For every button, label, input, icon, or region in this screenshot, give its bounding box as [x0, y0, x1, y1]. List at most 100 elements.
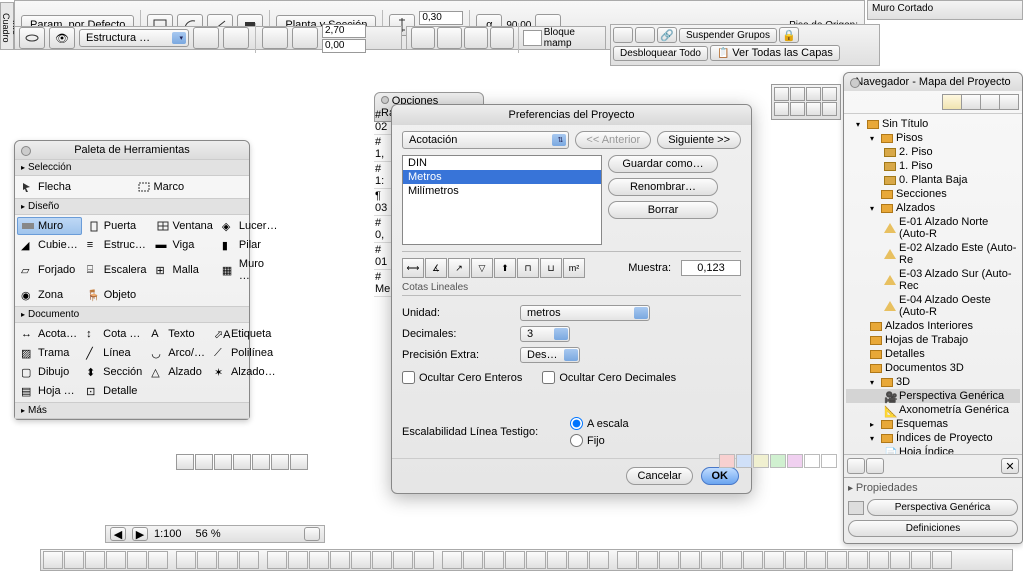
close-icon[interactable] [21, 146, 31, 156]
scale-display[interactable]: 1:100 [154, 528, 182, 540]
zone-tool[interactable]: ◉Zona [17, 286, 82, 304]
scale-radio[interactable]: A escala [570, 417, 629, 430]
toolbar-icon[interactable] [309, 551, 329, 569]
close-icon[interactable] [850, 78, 860, 88]
toolbar-icon[interactable] [127, 551, 147, 569]
project-tree[interactable]: ▾Sin Título ▾Pisos 2. Piso 1. Piso 0. Pl… [844, 114, 1022, 454]
dim-angular-icon[interactable]: ∡ [425, 258, 447, 278]
layers-icon[interactable] [613, 27, 633, 43]
marquee-tool[interactable]: Marco [133, 178, 248, 196]
interior-elev-tool[interactable]: ✶Alzado… [210, 363, 280, 381]
render-icon[interactable] [753, 454, 769, 468]
toolbar-icon[interactable] [743, 551, 763, 569]
toolbar-icon[interactable] [484, 551, 504, 569]
hide-zero-int-checkbox[interactable]: Ocultar Cero Enteros [402, 371, 522, 384]
tree-sections[interactable]: Secciones [846, 187, 1020, 201]
nav-icon[interactable]: ▶ [132, 527, 148, 541]
toolbar-icon[interactable] [64, 551, 84, 569]
attr-icon[interactable] [822, 102, 837, 116]
view-icon[interactable] [271, 454, 289, 470]
toolbar-icon[interactable] [911, 551, 931, 569]
link-icon[interactable]: 🔗 [657, 27, 677, 43]
detail-tool[interactable]: ⊡Detalle [82, 382, 146, 400]
wall-end-icon[interactable] [411, 27, 435, 49]
tree-floors[interactable]: ▾Pisos [846, 131, 1020, 145]
view-map-tab[interactable] [961, 94, 981, 110]
door-tool[interactable]: Puerta [83, 217, 151, 235]
toolbar-icon[interactable] [638, 551, 658, 569]
tree-item[interactable]: ▸Esquemas [846, 417, 1020, 431]
layers2-icon[interactable] [635, 27, 655, 43]
fixed-radio[interactable]: Fijo [570, 434, 629, 447]
zoom-display[interactable]: 56 % [196, 528, 221, 540]
toolbar-icon[interactable] [890, 551, 910, 569]
beam-tool[interactable]: ▬Viga [152, 236, 217, 254]
dim-window-icon[interactable]: ⊔ [540, 258, 562, 278]
section-design[interactable]: Diseño [15, 198, 249, 215]
tree-item[interactable]: E-03 Alzado Sur (Auto-Rec [846, 267, 1020, 293]
tree-item[interactable]: Alzados Interiores [846, 319, 1020, 333]
dim-door-icon[interactable]: ⊓ [517, 258, 539, 278]
precision-dropdown[interactable]: Des… [520, 347, 580, 363]
level-dim-tool[interactable]: ↕Cota … [82, 325, 146, 343]
toolbar-icon[interactable] [764, 551, 784, 569]
eye-icon[interactable]: 👁 [49, 27, 75, 49]
layout-tab[interactable] [980, 94, 1000, 110]
zoom-icon[interactable] [304, 527, 320, 541]
hide-zero-dec-checkbox[interactable]: Ocultar Cero Decimales [542, 371, 676, 384]
publisher-tab[interactable] [999, 94, 1019, 110]
profile2-icon[interactable] [223, 27, 249, 49]
dim-elev-icon[interactable]: ⬆ [494, 258, 516, 278]
toolbar-icon[interactable] [85, 551, 105, 569]
wall-end3-icon[interactable] [464, 27, 488, 49]
height-bottom-input[interactable] [322, 39, 366, 53]
toolbar-icon[interactable] [351, 551, 371, 569]
tree-indices[interactable]: ▾Índices de Proyecto [846, 431, 1020, 445]
attr-icon[interactable] [790, 87, 805, 101]
section-document[interactable]: Documento [15, 306, 249, 323]
attr-icon[interactable] [806, 102, 821, 116]
toolbar-icon[interactable] [701, 551, 721, 569]
tree-item[interactable]: E-02 Alzado Este (Auto-Re [846, 241, 1020, 267]
slab-tool[interactable]: ▱Forjado [17, 255, 82, 285]
unlock-all-button[interactable]: Desbloquear Todo [613, 46, 708, 61]
tree-elevations[interactable]: ▾Alzados [846, 201, 1020, 215]
skylight-tool[interactable]: ◈Lucer… [218, 217, 282, 235]
tree-item[interactable]: 📐Axonometría Genérica [846, 403, 1020, 417]
tree-item-perspective[interactable]: 🎥Perspectiva Genérica [846, 389, 1020, 403]
dim-linear-icon[interactable]: ⟷ [402, 258, 424, 278]
tree-item[interactable]: Hojas de Trabajo [846, 333, 1020, 347]
curtain-wall-tool[interactable]: ▦Muro … [218, 255, 282, 285]
toolbar-icon[interactable] [547, 551, 567, 569]
toolbar-icon[interactable] [239, 551, 259, 569]
suspend-groups-button[interactable]: Suspender Grupos [679, 28, 777, 43]
label-tool[interactable]: ⬀AEtiqueta [210, 325, 280, 343]
toolbar-icon[interactable] [43, 551, 63, 569]
worksheet-tool[interactable]: ▤Hoja … [17, 382, 81, 400]
cancel-button[interactable]: Cancelar [626, 467, 692, 485]
column-tool[interactable]: ▮Pilar [218, 236, 282, 254]
toolbar-icon[interactable] [869, 551, 889, 569]
toolbar-icon[interactable] [659, 551, 679, 569]
toolbar-icon[interactable] [785, 551, 805, 569]
window-tool[interactable]: Ventana [152, 217, 217, 235]
drawing-tool[interactable]: ▢Dibujo [17, 363, 81, 381]
fill-tool[interactable]: ▨Trama [17, 344, 81, 362]
show-all-layers-button[interactable]: 📋 Ver Todas las Capas [710, 45, 840, 61]
section-more[interactable]: Más [15, 402, 249, 419]
project-map-tab[interactable] [942, 94, 962, 110]
toolbar-icon[interactable] [568, 551, 588, 569]
render-icon[interactable] [787, 454, 803, 468]
delete-button[interactable]: Borrar [608, 201, 718, 219]
previous-button[interactable]: << Anterior [575, 131, 651, 149]
toolbar-icon[interactable] [176, 551, 196, 569]
toolbar-icon[interactable] [106, 551, 126, 569]
tree-3d[interactable]: ▾3D [846, 375, 1020, 389]
profile-icon[interactable] [193, 27, 219, 49]
attr-icon[interactable] [774, 102, 789, 116]
decimals-dropdown[interactable]: 3 [520, 326, 570, 342]
list-item[interactable]: Metros [403, 170, 601, 184]
toolbar-icon[interactable] [218, 551, 238, 569]
render-icon[interactable] [821, 454, 837, 468]
toolbar-icon[interactable] [414, 551, 434, 569]
